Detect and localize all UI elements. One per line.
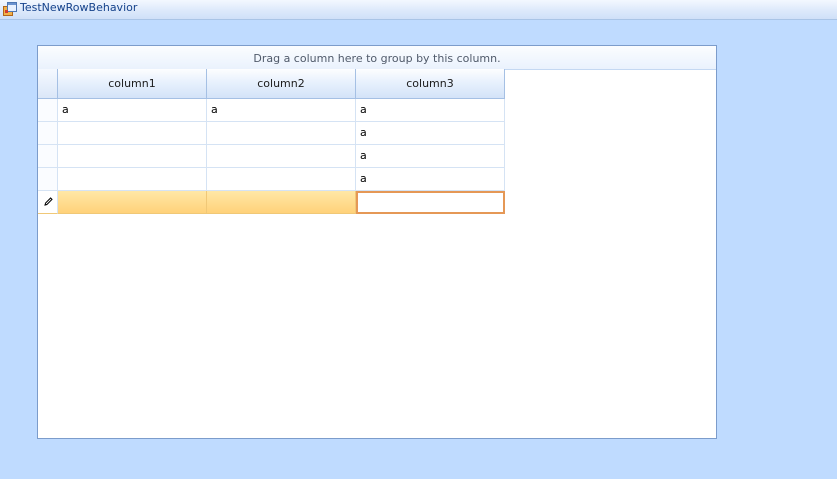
table-cell[interactable]: a	[356, 145, 505, 168]
title-bar: TestNewRowBehavior	[0, 0, 837, 20]
table-cell[interactable]	[207, 145, 356, 168]
table-cell[interactable]	[207, 122, 356, 145]
data-grid[interactable]: Drag a column here to group by this colu…	[37, 45, 717, 439]
column-header-column1[interactable]: column1	[58, 69, 207, 99]
row-indicator[interactable]	[38, 168, 58, 191]
table-cell[interactable]	[58, 168, 207, 191]
table-cell[interactable]	[207, 168, 356, 191]
row-indicator[interactable]	[38, 145, 58, 168]
window-title: TestNewRowBehavior	[20, 1, 138, 14]
column-header-column2[interactable]: column2	[207, 69, 356, 99]
new-row-cell-column3-editor[interactable]	[356, 191, 505, 214]
table-row[interactable]: a	[38, 122, 505, 145]
table-cell[interactable]: a	[356, 122, 505, 145]
row-indicator[interactable]	[38, 122, 58, 145]
table-cell[interactable]	[58, 122, 207, 145]
header-row: column1 column2 column3	[38, 69, 505, 99]
table-row[interactable]: a a a	[38, 99, 505, 122]
new-row-indicator[interactable]	[38, 191, 58, 214]
group-by-hint: Drag a column here to group by this colu…	[253, 52, 501, 65]
header-row-indicator[interactable]	[38, 69, 58, 99]
table-row[interactable]: a	[38, 168, 505, 191]
group-by-panel[interactable]: Drag a column here to group by this colu…	[38, 46, 716, 70]
new-row-cell-column2[interactable]	[207, 191, 356, 214]
new-row-cell-column1[interactable]	[58, 191, 207, 214]
table-cell[interactable]: a	[356, 99, 505, 122]
table-cell[interactable]: a	[356, 168, 505, 191]
table-cell[interactable]: a	[207, 99, 356, 122]
pencil-icon	[44, 197, 53, 206]
column-header-column3[interactable]: column3	[356, 69, 505, 99]
app-form-icon	[3, 2, 17, 16]
table-cell[interactable]	[58, 145, 207, 168]
table-cell[interactable]: a	[58, 99, 207, 122]
new-row[interactable]	[38, 191, 505, 214]
table-row[interactable]: a	[38, 145, 505, 168]
row-indicator[interactable]	[38, 99, 58, 122]
